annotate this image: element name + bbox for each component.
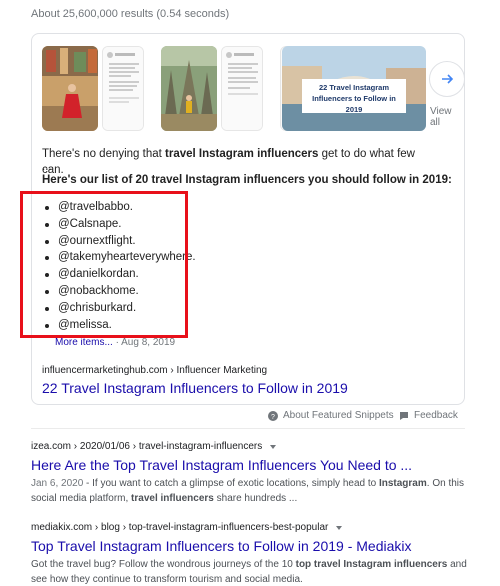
snippet-date: Aug 8, 2019 [121,337,176,348]
red-highlight-box [20,191,188,338]
result-snippet: Jan 6, 2020 - If you want to catch a gli… [31,478,465,504]
result-title-link[interactable]: Top Travel Instagram Influencers to Foll… [31,538,471,554]
more-items-link[interactable]: More items... [55,337,113,348]
result-stats: About 25,600,000 results (0.54 seconds) [31,8,230,20]
about-featured-snippets[interactable]: ? About Featured Snippets [268,410,394,421]
search-result: mediakix.com › blog › top-travel-instagr… [31,522,471,586]
feedback-link[interactable]: Feedback [399,410,458,421]
chevron-down-icon[interactable] [336,525,343,530]
result-title-link[interactable]: Here Are the Top Travel Instagram Influe… [31,457,471,473]
snippet-ellipsis: ... [42,161,52,173]
result-snippet: Got the travel bug? Follow the wondrous … [31,559,467,585]
travel-photo-woman-red-dress-thumbnail[interactable] [42,46,98,131]
snippet-title-link[interactable]: 22 Travel Instagram Influencers to Follo… [42,380,348,396]
svg-text:?: ? [271,414,275,421]
thumbnail-caption: 22 Travel Instagram Influencers to Follo… [312,83,396,114]
section-divider [31,428,465,429]
result-breadcrumb[interactable]: mediakix.com › blog › top-travel-instagr… [31,522,471,533]
instagram-post-screenshot-thumbnail[interactable] [221,46,263,131]
search-result: izea.com › 2020/01/06 › travel-instagram… [31,441,471,506]
instagram-post-screenshot-thumbnail[interactable] [102,46,144,131]
result-breadcrumb[interactable]: izea.com › 2020/01/06 › travel-instagram… [31,441,471,452]
view-all-link[interactable]: View all [430,106,464,128]
more-items-row: More items... · Aug 8, 2019 [55,337,176,348]
arrow-right-icon [442,74,454,84]
help-circle-icon: ? [268,410,278,421]
list-heading: Here's our list of 20 travel Instagram i… [42,174,452,186]
snippet-source-breadcrumb[interactable]: influencermarketinghub.com › Influencer … [42,365,267,376]
travel-photo-temple-ruins-thumbnail[interactable] [161,46,217,131]
next-images-button[interactable] [429,61,465,97]
venice-bridge-thumbnail[interactable]: 22 Travel Instagram Influencers to Follo… [282,46,426,131]
feedback-flag-icon [400,411,408,420]
chevron-down-icon[interactable] [270,444,277,449]
